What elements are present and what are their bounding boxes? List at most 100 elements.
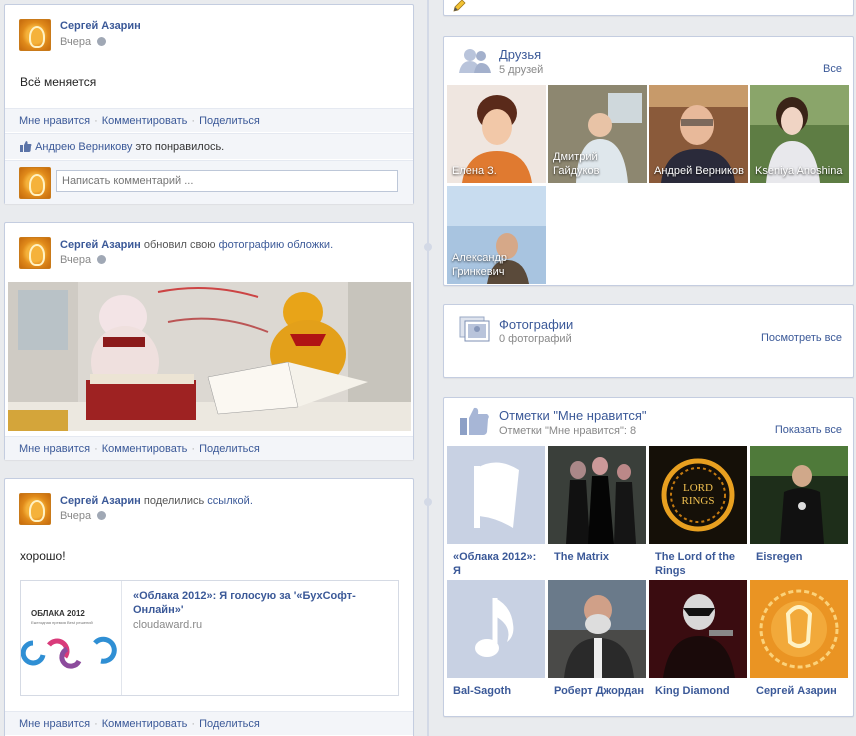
comment-button[interactable]: Комментировать xyxy=(102,718,188,730)
like-summary-text: это понравилось. xyxy=(132,141,225,153)
cover-photo[interactable] xyxy=(8,282,411,431)
thumbs-up-icon xyxy=(460,407,489,435)
post-actions: Мне нравится · Комментировать · Поделиться xyxy=(5,711,413,735)
flag-icon xyxy=(474,462,519,528)
post-card: Сергей Азарин обновил свою фотографию об… xyxy=(4,222,414,460)
friends-title[interactable]: Друзья xyxy=(499,47,541,62)
like-page-name[interactable]: Eisregen xyxy=(756,550,848,564)
timeline-spine xyxy=(427,0,429,736)
friend-tile[interactable]: Андрей Верников xyxy=(649,85,748,183)
pencil-icon[interactable] xyxy=(452,0,466,13)
like-button[interactable]: Мне нравится xyxy=(19,718,90,730)
like-page-name[interactable]: The Lord of the Rings xyxy=(655,550,747,578)
sergey-azarin-avatar xyxy=(750,580,848,678)
like-page-tile[interactable] xyxy=(649,580,747,678)
link-domain: cloudaward.ru xyxy=(133,619,203,631)
share-button[interactable]: Поделиться xyxy=(199,115,260,127)
composer-card-fragment xyxy=(443,0,854,16)
comment-input[interactable] xyxy=(56,170,398,192)
post-headline: Сергей Азарин поделились ссылкой. xyxy=(60,495,253,507)
post-actions: Мне нравится · Комментировать · Поделиться xyxy=(5,108,413,132)
like-page-tile[interactable] xyxy=(548,446,646,544)
share-button[interactable]: Поделиться xyxy=(199,718,260,730)
likes-title[interactable]: Отметки "Мне нравится" xyxy=(499,408,647,423)
like-page-name[interactable]: «Облака 2012»: Я xyxy=(453,550,545,578)
like-page-name[interactable]: Сергей Азарин xyxy=(756,684,848,698)
post-time[interactable]: Вчера xyxy=(60,254,107,266)
photos-view-all[interactable]: Посмотреть все xyxy=(761,332,842,344)
post-author[interactable]: Сергей Азарин xyxy=(60,239,141,251)
shared-link-preview[interactable]: ОБЛАКА 2012 Ежегодная премия Best решени… xyxy=(20,580,399,696)
globe-icon xyxy=(97,37,107,46)
cover-photo-image xyxy=(8,282,411,431)
post-text: Всё меняется xyxy=(20,75,97,89)
friend-tile[interactable]: Дмитрий Гайдуков xyxy=(548,85,647,183)
post-time[interactable]: Вчера xyxy=(60,36,107,48)
like-page-tile[interactable] xyxy=(548,580,646,678)
avatar[interactable] xyxy=(19,493,51,525)
post-time[interactable]: Вчера xyxy=(60,510,107,522)
friend-name: Елена З. xyxy=(452,165,497,177)
like-button[interactable]: Мне нравится xyxy=(19,115,90,127)
friend-tile[interactable]: Елена З. xyxy=(447,85,546,183)
like-page-tile[interactable] xyxy=(447,446,545,544)
photos-section: Фотографии 0 фотографий Посмотреть все xyxy=(443,304,854,378)
like-page-tile[interactable] xyxy=(447,580,545,678)
like-page-name[interactable]: Роберт Джордан xyxy=(554,684,646,698)
matrix-poster xyxy=(548,446,646,544)
post-author[interactable]: Сергей Азарин xyxy=(60,20,141,32)
friend-tile[interactable]: Александр Гринкевич xyxy=(447,186,546,284)
shared-link-ref[interactable]: ссылкой. xyxy=(207,495,253,507)
post-card: Сергей Азарин Вчера Всё меняется Мне нра… xyxy=(4,4,414,204)
cover-photo-link[interactable]: фотографию обложки. xyxy=(219,239,334,251)
avatar[interactable] xyxy=(19,19,51,51)
like-page-name[interactable]: Bal-Sagoth xyxy=(453,684,545,698)
post-actions: Мне нравится · Комментировать · Поделиться xyxy=(5,436,413,460)
photos-icon xyxy=(459,316,490,342)
friends-section: Друзья 5 друзей Все Елена З. Дмитрий Гай… xyxy=(443,36,854,286)
post-action-text: обновил свою xyxy=(140,239,219,251)
friend-name: Андрей Верников xyxy=(654,165,744,177)
liker-name[interactable]: Андрею Верникову xyxy=(35,141,132,153)
comment-button[interactable]: Комментировать xyxy=(102,115,188,127)
link-logo-text: ОБЛАКА 2012 xyxy=(31,609,85,618)
share-button[interactable]: Поделиться xyxy=(199,443,260,455)
friend-tile[interactable]: Kseniya Anoshina xyxy=(750,85,849,183)
post-card: Сергей Азарин поделились ссылкой. Вчера … xyxy=(4,478,414,736)
link-thumbnail: ОБЛАКА 2012 Ежегодная премия Best решени… xyxy=(21,581,122,695)
comment-row xyxy=(5,160,413,204)
photos-title[interactable]: Фотографии xyxy=(499,317,573,332)
globe-icon xyxy=(97,255,107,264)
comment-button[interactable]: Комментировать xyxy=(102,443,188,455)
like-page-tile[interactable] xyxy=(750,446,848,544)
friends-count: 5 друзей xyxy=(499,64,544,76)
post-action-text: поделились xyxy=(140,495,208,507)
like-page-tile[interactable]: LORD RINGS xyxy=(649,446,747,544)
svg-text:LORD: LORD xyxy=(683,482,713,494)
like-page-name[interactable]: The Matrix xyxy=(554,550,646,564)
svg-text:RINGS: RINGS xyxy=(681,495,714,507)
friends-all-link[interactable]: Все xyxy=(823,63,842,75)
commenter-avatar xyxy=(19,167,51,199)
like-button[interactable]: Мне нравится xyxy=(19,443,90,455)
king-diamond-photo xyxy=(649,580,747,678)
post-headline: Сергей Азарин обновил свою фотографию об… xyxy=(60,239,333,251)
music-note-icon xyxy=(475,598,514,657)
timeline-dot xyxy=(424,498,432,506)
like-page-name[interactable]: King Diamond xyxy=(655,684,747,698)
post-text: хорошо! xyxy=(20,549,66,563)
cloud-logo-icon xyxy=(21,636,117,669)
thumbs-up-icon xyxy=(20,141,32,152)
like-summary: Андрею Верникову это понравилось. xyxy=(5,133,413,159)
avatar[interactable] xyxy=(19,237,51,269)
link-title[interactable]: «Облака 2012»: Я голосую за '«БухСофт-Он… xyxy=(133,589,391,617)
like-page-tile[interactable] xyxy=(750,580,848,678)
photos-count: 0 фотографий xyxy=(499,333,572,345)
eisregen-photo xyxy=(750,446,848,544)
friend-name: Kseniya Anoshina xyxy=(755,165,843,177)
likes-show-all[interactable]: Показать все xyxy=(775,424,842,436)
likes-count: Отметки "Мне нравится": 8 xyxy=(499,425,637,437)
likes-section: Отметки "Мне нравится" Отметки "Мне нрав… xyxy=(443,397,854,717)
globe-icon xyxy=(97,511,107,520)
post-author[interactable]: Сергей Азарин xyxy=(60,495,141,507)
